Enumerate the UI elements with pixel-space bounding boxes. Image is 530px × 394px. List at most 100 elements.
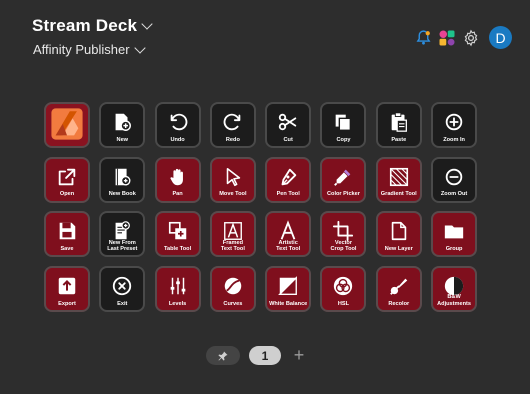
folder-icon: [433, 219, 475, 243]
key-artistic-text-tool[interactable]: Artistic Text Tool: [265, 211, 312, 258]
key-label: White Balance: [269, 300, 308, 307]
recolor-icon: [378, 274, 420, 298]
key-b-w-adjustments[interactable]: B&W Adjustments: [431, 265, 478, 312]
layer-icon: [378, 219, 420, 243]
white-balance-icon: [267, 274, 309, 298]
key-label: Pan: [172, 191, 183, 198]
key-label: Undo: [170, 136, 185, 143]
key-label: Pen Tool: [276, 191, 300, 198]
key-label: Gradient Tool: [380, 191, 417, 198]
key-color-picker[interactable]: Color Picker: [320, 156, 367, 203]
open-icon: [46, 165, 88, 189]
key-label: Redo: [225, 136, 240, 143]
key-zoom-in[interactable]: Zoom In: [431, 102, 478, 148]
zoom-in-icon: [433, 110, 475, 134]
key-cut[interactable]: Cut: [265, 102, 312, 148]
key-label: New Layer: [384, 245, 413, 252]
levels-icon: [157, 274, 199, 298]
key-label: Group: [445, 245, 463, 252]
new-book-icon: [101, 165, 143, 189]
key-zoom-out[interactable]: Zoom Out: [431, 156, 478, 203]
key-vector-crop-tool[interactable]: Vector Crop Tool: [320, 211, 367, 258]
copy-icon: [322, 110, 364, 134]
key-paste[interactable]: Paste: [375, 102, 422, 148]
profile-selector[interactable]: Affinity Publisher: [33, 41, 146, 57]
redo-icon: [212, 110, 254, 134]
key-new[interactable]: New: [99, 102, 146, 148]
pin-icon[interactable]: [206, 346, 240, 365]
gear-icon[interactable]: [462, 29, 480, 47]
app-title[interactable]: Stream Deck: [32, 16, 153, 36]
key-undo[interactable]: Undo: [154, 102, 201, 148]
key-label: Paste: [391, 136, 407, 143]
export-icon: [46, 274, 88, 298]
key-exit[interactable]: Exit: [99, 265, 146, 312]
key-label: Levels: [168, 300, 187, 307]
key-new-book[interactable]: New Book: [99, 156, 146, 203]
new-document-icon: [101, 110, 143, 134]
exit-icon: [101, 274, 143, 298]
eyedropper-icon: [322, 165, 364, 189]
affinity-publisher-logo-icon: [46, 107, 88, 140]
key-label: Curves: [223, 300, 243, 307]
key-label: New Book: [108, 191, 136, 198]
key-recolor[interactable]: Recolor: [375, 265, 422, 312]
key-label: New From Last Preset: [107, 239, 138, 252]
hand-icon: [157, 165, 199, 189]
pen-nib-icon: [267, 165, 309, 189]
key-new-layer[interactable]: New Layer: [375, 211, 422, 258]
key-redo[interactable]: Redo: [209, 102, 256, 148]
marketplace-icon[interactable]: [438, 29, 456, 47]
paste-icon: [378, 110, 420, 134]
floppy-icon: [46, 219, 88, 243]
header-actions: D: [414, 26, 512, 49]
key-label: B&W Adjustments: [437, 294, 472, 307]
key-label: Cut: [283, 136, 293, 143]
key-pen-tool[interactable]: Pen Tool: [265, 156, 312, 203]
key-label: Framed Text Tool: [220, 239, 245, 252]
key-label: Zoom Out: [440, 191, 468, 198]
key-label: New: [116, 136, 129, 143]
key-label: Open: [59, 191, 75, 198]
chevron-down-icon[interactable]: [141, 18, 153, 30]
key-label: Zoom In: [443, 136, 465, 143]
key-new-from-last-preset[interactable]: New From Last Preset: [99, 211, 146, 258]
gradient-icon: [378, 165, 420, 189]
key-label: Export: [58, 300, 76, 307]
key-hsl[interactable]: HSL: [320, 265, 367, 312]
key-save[interactable]: Save: [44, 211, 90, 258]
hsl-icon: [322, 274, 364, 298]
key-affinity-publisher-logo[interactable]: [44, 102, 90, 148]
avatar[interactable]: D: [489, 26, 512, 49]
undo-icon: [157, 110, 199, 134]
key-label: Table Tool: [164, 245, 192, 252]
key-label: Copy: [336, 136, 351, 143]
add-page-button[interactable]: +: [291, 345, 307, 365]
key-white-balance[interactable]: White Balance: [265, 265, 312, 312]
profile-name: Affinity Publisher: [33, 42, 130, 57]
scissors-icon: [267, 110, 309, 134]
key-curves[interactable]: Curves: [209, 265, 256, 312]
key-label: Exit: [117, 300, 128, 307]
table-icon: [157, 219, 199, 243]
key-gradient-tool[interactable]: Gradient Tool: [375, 156, 422, 203]
key-label: Save: [60, 245, 74, 252]
key-open[interactable]: Open: [44, 156, 90, 203]
key-label: Vector Crop Tool: [330, 239, 357, 252]
key-framed-text-tool[interactable]: Framed Text Tool: [209, 211, 256, 258]
key-copy[interactable]: Copy: [320, 102, 367, 148]
key-export[interactable]: Export: [44, 265, 90, 312]
zoom-out-icon: [433, 165, 475, 189]
key-group[interactable]: Group: [431, 211, 478, 258]
page-1-button[interactable]: 1: [249, 346, 281, 365]
key-label: HSL: [337, 300, 350, 307]
key-move-tool[interactable]: Move Tool: [209, 156, 256, 203]
key-levels[interactable]: Levels: [154, 265, 201, 312]
key-label: Move Tool: [219, 191, 247, 198]
key-table-tool[interactable]: Table Tool: [154, 211, 201, 258]
chevron-down-icon[interactable]: [133, 41, 146, 54]
key-pan[interactable]: Pan: [154, 156, 201, 203]
bell-icon[interactable]: [414, 29, 432, 47]
key-label: Recolor: [388, 300, 410, 307]
cursor-icon: [212, 165, 254, 189]
